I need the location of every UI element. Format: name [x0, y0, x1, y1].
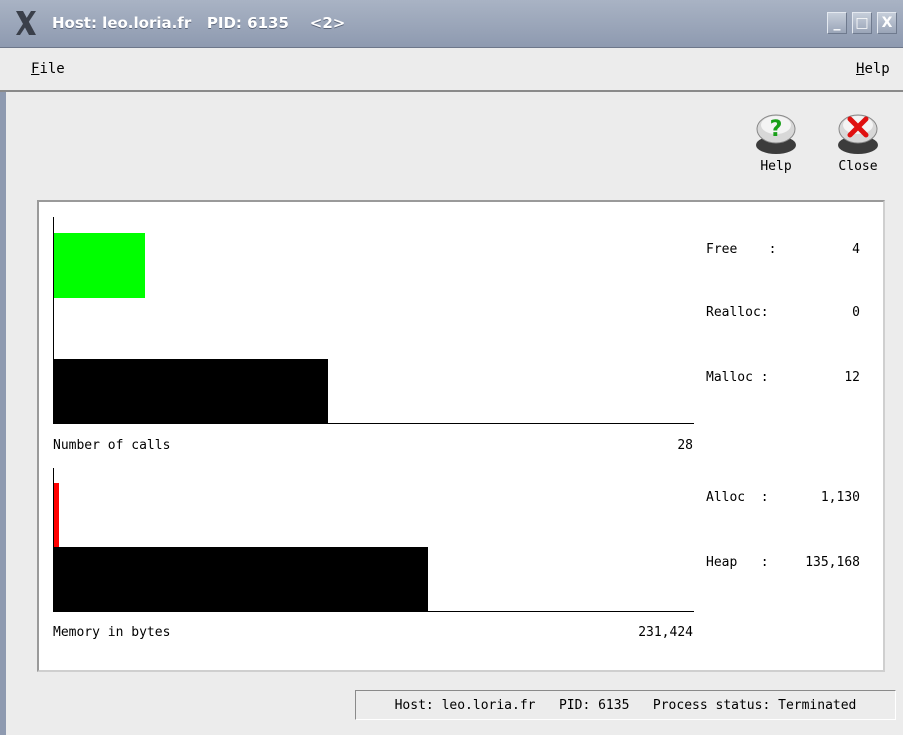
window-border [0, 48, 6, 735]
calls-x-axis [53, 423, 694, 424]
svg-text:?: ? [770, 117, 783, 142]
x-logo-icon [14, 10, 38, 36]
menu-file[interactable]: File [31, 61, 65, 77]
stat-alloc-value: 1,130 [820, 490, 860, 505]
stat-malloc-label: Malloc : [706, 370, 769, 385]
help-button-label: Help [760, 159, 792, 174]
stat-alloc-label: Alloc : [706, 490, 769, 505]
close-window-button[interactable]: X [877, 12, 897, 34]
memory-caption: Memory in bytes [53, 625, 171, 640]
calls-bar-malloc [54, 359, 328, 423]
stat-free-value: 4 [852, 242, 860, 257]
question-icon: ? [756, 114, 796, 154]
menu-help[interactable]: Help [856, 61, 890, 77]
memory-chart: Memory in bytes 231,424 [53, 468, 695, 648]
calls-caption: Number of calls [53, 438, 171, 453]
window-titlebar[interactable]: Host: leo.loria.fr PID: 6135 <2> _ □ X [0, 0, 903, 48]
close-button-label: Close [838, 159, 878, 174]
calls-chart: Number of calls 28 [53, 217, 695, 457]
minimize-button[interactable]: _ [827, 12, 847, 34]
menubar: File Help [0, 48, 903, 92]
statistics-panel: Number of calls 28 Memory in bytes 231,4… [37, 200, 885, 672]
stat-malloc-value: 12 [844, 370, 860, 385]
stat-realloc-label: Realloc: [706, 305, 769, 320]
help-button[interactable]: ? Help [749, 107, 803, 183]
memory-x-axis [53, 611, 694, 612]
memory-bar-heap [54, 547, 428, 611]
stat-realloc-value: 0 [852, 305, 860, 320]
window-title: Host: leo.loria.fr PID: 6135 <2> [52, 14, 346, 32]
close-button[interactable]: Close [831, 107, 885, 183]
stat-free-label: Free : [706, 242, 777, 257]
memory-bar-alloc [54, 483, 59, 547]
stat-heap-label: Heap : [706, 555, 769, 570]
memory-total: 231,424 [638, 625, 693, 640]
x-icon [838, 114, 878, 154]
maximize-button[interactable]: □ [852, 12, 872, 34]
calls-total: 28 [677, 438, 693, 453]
calls-bar-free [54, 233, 145, 298]
status-bar: Host: leo.loria.fr PID: 6135 Process sta… [355, 690, 896, 720]
stat-heap-value: 135,168 [805, 555, 860, 570]
